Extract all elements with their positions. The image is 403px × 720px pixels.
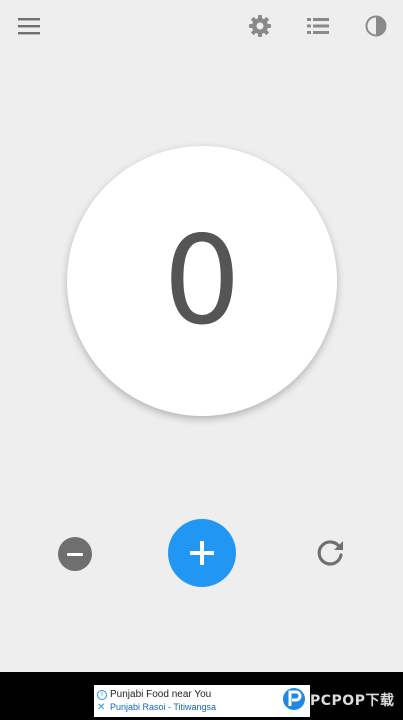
- watermark-text: PCPOP下载: [310, 693, 395, 709]
- top-toolbar: [0, 0, 403, 54]
- increment-button[interactable]: [168, 519, 236, 587]
- ad-close-icon[interactable]: ✕: [97, 703, 105, 713]
- reset-button[interactable]: [312, 535, 348, 571]
- refresh-icon: [317, 540, 343, 566]
- menu-icon[interactable]: [16, 13, 42, 39]
- ad-card[interactable]: i ✕ Punjabi Food near You Punjabi Rasoi …: [94, 685, 310, 717]
- settings-icon[interactable]: [247, 13, 273, 39]
- ad-info-icon[interactable]: i: [97, 690, 107, 700]
- minus-icon: [67, 552, 83, 556]
- counter-value: 0: [163, 210, 241, 352]
- plus-icon: [190, 541, 214, 565]
- theme-toggle-icon[interactable]: [363, 13, 389, 39]
- counter-display[interactable]: 0: [67, 146, 337, 416]
- ad-title: Punjabi Food near You: [110, 689, 212, 700]
- ad-subtitle: Punjabi Rasoi - Titiwangsa: [110, 702, 217, 712]
- watermark-logo-icon: [280, 685, 308, 713]
- list-icon[interactable]: [305, 13, 331, 39]
- decrement-button[interactable]: [58, 537, 92, 571]
